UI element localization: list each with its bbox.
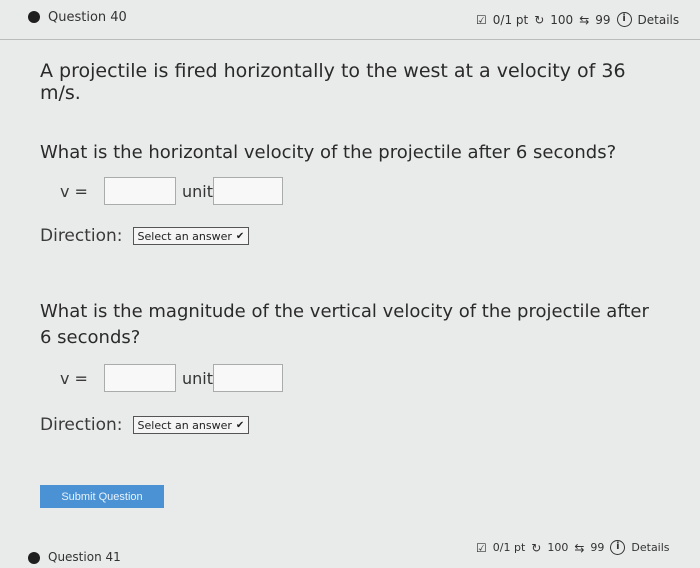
history-icon: ↻: [534, 12, 545, 27]
bullet-icon: [28, 11, 40, 23]
retries-text: 99: [595, 12, 611, 27]
part1-value-input[interactable]: [104, 177, 176, 205]
chevron-down-icon: ✔: [235, 230, 245, 242]
info-icon[interactable]: i: [616, 12, 632, 27]
part2-select-text: Select an answer: [137, 418, 232, 432]
part2-direction-label: Direction:: [40, 415, 123, 435]
info-icon[interactable]: i: [610, 540, 626, 555]
details-link[interactable]: Details: [638, 13, 680, 27]
part1-select-text: Select an answer: [137, 229, 232, 243]
bullet-icon: [28, 552, 40, 564]
question-title: Question 40: [48, 10, 127, 25]
part2-direction-select[interactable]: Select an answer ✔: [132, 416, 250, 434]
attempts-text: 100: [550, 12, 574, 27]
part1-question: What is the horizontal velocity of the p…: [40, 142, 617, 163]
part2-question: What is the magnitude of the vertical ve…: [40, 301, 649, 348]
part2-value-input[interactable]: [104, 364, 176, 392]
submit-question-button[interactable]: Submit Question: [40, 485, 164, 508]
part1-unit-input[interactable]: [213, 177, 283, 205]
retries-text: 99: [590, 541, 605, 554]
chevron-down-icon: ✔: [235, 419, 245, 431]
retry-icon: ⇆: [579, 12, 590, 27]
question-title: Question 41: [48, 550, 121, 564]
retry-icon: ⇆: [574, 540, 585, 555]
attempts-text: 100: [547, 541, 569, 554]
part2-unit-label: unit: [182, 368, 213, 388]
part2-answer-row: v = unit: [40, 364, 283, 392]
part1-var-label: v =: [60, 181, 88, 201]
score-text: 0/1 pt: [492, 541, 526, 554]
history-icon: ↻: [531, 540, 542, 555]
part1-answer-row: v = unit: [40, 177, 283, 205]
problem-prompt: A projectile is fired horizontally to th…: [40, 60, 626, 104]
details-link[interactable]: Details: [631, 541, 669, 554]
part1-direction-label: Direction:: [40, 226, 123, 246]
part1-unit-label: unit: [182, 181, 213, 201]
part1-direction-select[interactable]: Select an answer ✔: [132, 227, 250, 245]
part2-unit-input[interactable]: [213, 364, 283, 392]
next-question-header: Question 41 ☑ 0/1 pt ↻ 100 ⇆ 99 i Detail…: [0, 536, 700, 568]
check-box-icon: ☑: [476, 12, 487, 27]
question-meta: ☑ 0/1 pt ↻ 100 ⇆ 99 i Details: [476, 540, 670, 555]
score-text: 0/1 pt: [492, 12, 529, 27]
part2-direction-row: Direction: Select an answer ✔: [40, 415, 250, 435]
question-meta: ☑ 0/1 pt ↻ 100 ⇆ 99 i Details: [476, 12, 679, 27]
part2-var-label: v =: [60, 368, 88, 388]
check-box-icon: ☑: [476, 540, 487, 555]
question-header: Question 40 ☑ 0/1 pt ↻ 100 ⇆ 99 i Detail…: [0, 0, 700, 40]
part1-direction-row: Direction: Select an answer ✔: [40, 226, 250, 246]
